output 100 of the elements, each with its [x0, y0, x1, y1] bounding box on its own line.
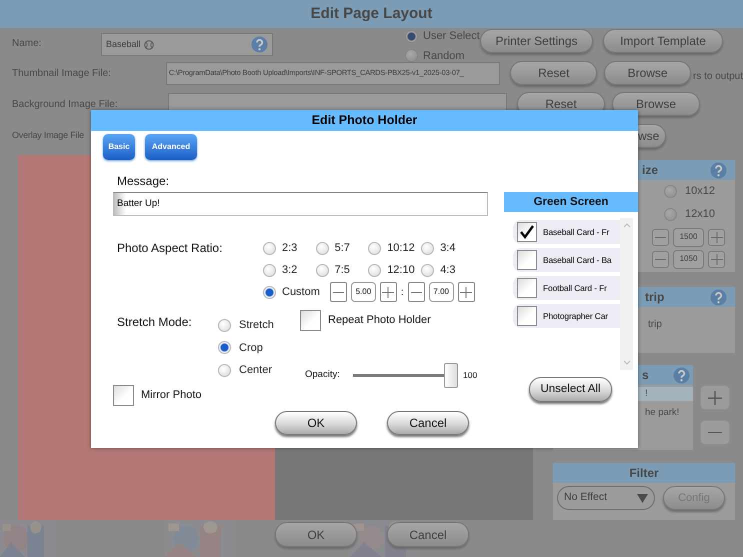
section-header: Green Screen — [504, 192, 638, 212]
increment-button[interactable] — [458, 282, 475, 302]
help-icon[interactable] — [673, 366, 690, 384]
help-icon[interactable] — [251, 36, 268, 53]
toolbar-button[interactable]: Printer Settings — [480, 29, 593, 53]
minus-icon — [655, 236, 666, 238]
radio-label: 2:3 — [282, 240, 298, 256]
radio-label: 10:12 — [387, 240, 415, 256]
minus-icon — [655, 258, 666, 260]
toolbar-button[interactable]: Import Template — [603, 29, 723, 53]
radio-button[interactable] — [218, 318, 231, 332]
list-item[interactable]: Baseball Card - Ba — [513, 248, 620, 272]
radio-button[interactable] — [405, 30, 418, 43]
output-note: rs to output — [692, 70, 743, 84]
slider-thumb[interactable] — [444, 362, 458, 388]
radio-button[interactable] — [218, 341, 231, 354]
list-item[interactable]: Football Card - Fr — [513, 276, 620, 300]
decrement-button[interactable] — [330, 282, 347, 302]
plus-icon — [460, 286, 472, 298]
checkbox[interactable] — [300, 310, 321, 331]
ok-button[interactable]: OK — [275, 411, 357, 435]
plus-icon — [710, 232, 722, 242]
radio-label: Center — [239, 363, 272, 378]
radio-button[interactable] — [421, 264, 434, 276]
radio-label: Random — [423, 48, 465, 64]
radio-label: Crop — [239, 340, 263, 356]
decrement-button[interactable] — [652, 228, 669, 246]
checkbox[interactable] — [517, 222, 537, 242]
cancel-button[interactable]: Cancel — [387, 522, 469, 547]
radio-button[interactable] — [664, 185, 677, 198]
decrement-button[interactable] — [652, 250, 669, 268]
field-value: Baseball — [106, 38, 141, 51]
unselect-all-button[interactable]: Unselect All — [529, 377, 612, 402]
checkbox[interactable] — [517, 306, 537, 326]
field-label: Photo Aspect Ratio: — [117, 241, 224, 257]
field-value: Batter Up! — [117, 196, 160, 211]
increment-button[interactable] — [380, 282, 397, 302]
radio-button[interactable] — [316, 242, 329, 254]
remove-button[interactable] — [700, 420, 730, 445]
add-button[interactable] — [700, 385, 730, 410]
item-label: Baseball Card - Ba — [543, 254, 612, 266]
radio-button[interactable] — [316, 264, 329, 276]
field-label: Message: — [117, 174, 170, 189]
name-field[interactable]: Baseball — [101, 33, 273, 56]
radio-button[interactable] — [421, 242, 434, 254]
height-field[interactable]: 1050 — [673, 250, 704, 268]
browse-button[interactable]: Browse — [604, 61, 691, 85]
radio-button[interactable] — [368, 242, 382, 254]
radio-label: Custom — [282, 284, 320, 300]
cancel-button[interactable]: Cancel — [387, 411, 469, 435]
panel-title: s — [642, 367, 649, 384]
window-title: Edit Page Layout — [0, 0, 743, 28]
help-icon[interactable] — [710, 162, 727, 178]
increment-button[interactable] — [708, 228, 725, 246]
checkbox[interactable] — [517, 250, 537, 270]
help-icon[interactable] — [710, 288, 727, 306]
radio-button[interactable] — [218, 364, 231, 377]
radio-label: 12:10 — [387, 262, 415, 278]
field-label: Thumbnail Image File: — [11, 66, 112, 80]
radio-button[interactable] — [263, 242, 276, 254]
increment-button[interactable] — [708, 250, 725, 268]
decrement-button[interactable] — [408, 282, 425, 302]
tab[interactable]: Advanced — [145, 134, 197, 160]
checkbox[interactable] — [517, 278, 537, 298]
radio-label: 3:2 — [282, 262, 298, 278]
width-field[interactable]: 5.00 — [350, 282, 376, 302]
height-field[interactable]: 7.00 — [428, 282, 454, 302]
checkbox-label: Repeat Photo Holder — [328, 313, 431, 328]
radio-button[interactable] — [368, 264, 382, 276]
field-label: Name: — [11, 36, 42, 50]
message-row[interactable]: he park! — [638, 401, 693, 425]
minus-icon — [708, 432, 722, 434]
panel-title: Filter — [629, 465, 659, 482]
scrollbar[interactable] — [620, 218, 633, 370]
panel-title: trip — [645, 289, 664, 306]
width-field[interactable]: 1500 — [673, 228, 704, 246]
radio-button[interactable] — [664, 208, 677, 221]
scroll-up-icon[interactable] — [622, 223, 630, 228]
message-field[interactable]: Batter Up! — [113, 192, 488, 216]
item-label: Baseball Card - Fr — [543, 226, 610, 238]
list-item[interactable]: Baseball Card - Fr — [513, 220, 620, 244]
browse-button[interactable]: wse — [638, 124, 666, 148]
checkbox-label: Mirror Photo — [141, 388, 202, 404]
radio-button[interactable] — [405, 49, 418, 62]
ok-button[interactable]: OK — [275, 522, 357, 547]
caret-icon — [637, 494, 648, 502]
field-label: Overlay Image File — [11, 129, 85, 142]
tab[interactable]: Basic — [103, 134, 135, 160]
scroll-down-icon[interactable] — [622, 360, 630, 365]
panel-title: ize — [642, 162, 658, 179]
ratio-separator: : — [400, 286, 404, 300]
message-row[interactable]: ! — [638, 387, 693, 401]
browse-button[interactable]: Browse — [612, 92, 700, 116]
field-label: Stretch Mode: — [117, 315, 193, 331]
checkbox[interactable] — [113, 385, 134, 406]
filter-dropdown[interactable]: No Effect — [557, 486, 655, 510]
checkmark-icon — [519, 224, 535, 240]
reset-button[interactable]: Reset — [510, 61, 598, 85]
radio-button[interactable] — [263, 264, 276, 276]
radio-button[interactable] — [263, 286, 276, 298]
